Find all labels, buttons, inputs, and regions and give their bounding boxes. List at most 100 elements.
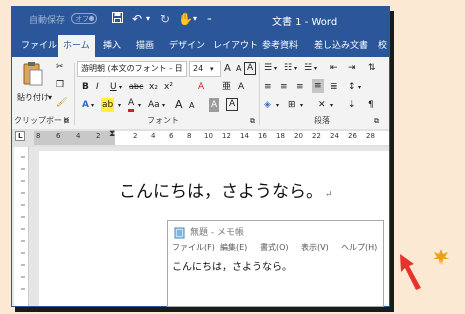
notepad-menu-help[interactable]: ヘルプ(H) <box>341 242 377 253</box>
document-text[interactable]: こんにちは，さようなら。 ↵ <box>119 177 333 202</box>
ruler-tick: 10 <box>204 132 213 140</box>
underline-button[interactable]: U <box>110 80 117 94</box>
shrink-font-icon[interactable]: A <box>236 62 241 76</box>
change-case-button[interactable]: Aa <box>148 98 160 112</box>
notepad-title: 無題 - メモ帳 <box>190 228 244 238</box>
paste-label[interactable]: 貼り付け <box>17 91 49 105</box>
char-border-top-button[interactable]: A <box>244 62 257 75</box>
tab-selector[interactable]: L <box>15 131 26 141</box>
italic-button[interactable]: I <box>96 80 99 94</box>
sort-icon[interactable]: ⇅ <box>368 61 376 75</box>
clipboard-launcher-icon[interactable]: ⧉ <box>64 114 69 128</box>
paragraph-launcher-icon[interactable]: ⧉ <box>374 114 379 128</box>
highlight-dropdown-icon[interactable]: ▾ <box>118 99 121 113</box>
bold-button[interactable]: B <box>82 80 89 94</box>
ruby-button[interactable]: 亜 <box>222 80 231 94</box>
font-color-dropdown-icon[interactable]: ▾ <box>138 99 141 113</box>
tab-draw[interactable]: 描画 <box>136 38 154 51</box>
align-left-icon[interactable]: ≡ <box>264 80 272 94</box>
ruler-tick: 14 <box>240 132 249 140</box>
numbering-dropdown-icon[interactable]: ▾ <box>294 62 297 76</box>
notepad-menu-format[interactable]: 書式(O) <box>260 242 289 253</box>
char-border-button[interactable]: A <box>226 98 239 111</box>
show-marks-icon[interactable]: ¶ <box>368 98 374 112</box>
strikethrough-button[interactable]: abc <box>129 80 143 94</box>
notepad-menu-edit[interactable]: 編集(E) <box>220 242 247 253</box>
indent-marker-icon[interactable]: ⧗ <box>109 129 115 139</box>
decrease-indent-icon[interactable]: ⇤ <box>330 61 338 75</box>
document-text-content[interactable]: こんにちは，さようなら。 <box>119 182 323 202</box>
borders-dropdown-icon[interactable]: ▾ <box>300 99 303 113</box>
text-effect-button[interactable]: A <box>82 98 89 112</box>
font-size-dropdown-icon[interactable]: ▾ <box>210 62 214 76</box>
ruler-tick: 12 <box>222 132 231 140</box>
notepad-text[interactable]: こんにちは，さようなら。 <box>172 258 292 273</box>
font-color-button[interactable]: A <box>128 98 135 112</box>
touch-mode-dropdown-icon[interactable]: ▾ <box>193 10 197 28</box>
text-effect-dropdown-icon[interactable]: ▾ <box>91 99 94 113</box>
enclose-char-button[interactable]: A <box>238 80 244 94</box>
ruler-tick: 2 <box>133 132 138 140</box>
borders-icon[interactable]: ⊞ <box>288 98 296 112</box>
line-spacing-icon[interactable]: ↕ <box>348 80 356 94</box>
font-launcher-icon[interactable]: ⧉ <box>250 114 255 128</box>
tab-insert[interactable]: 挿入 <box>103 38 121 51</box>
asian-layout-dropdown-icon[interactable]: ▾ <box>330 99 333 113</box>
touch-mode-icon[interactable]: ✋ <box>178 10 193 28</box>
notepad-menu-view[interactable]: 表示(V) <box>301 242 329 253</box>
save-icon[interactable] <box>112 10 123 28</box>
align-center-icon[interactable]: ≡ <box>280 80 288 94</box>
font-name-box[interactable]: 游明朝 (本文のフォント - 日 <box>77 61 187 77</box>
shading-icon[interactable]: ◈ <box>264 98 271 112</box>
tab-references[interactable]: 参考資料 <box>262 38 298 51</box>
distribute-icon[interactable]: ≣ <box>330 80 338 94</box>
tab-home[interactable]: ホーム <box>58 35 95 57</box>
clear-format-button[interactable]: A <box>198 80 204 94</box>
group-separator <box>74 63 75 125</box>
numbering-icon[interactable]: ☷ <box>284 61 292 75</box>
grow-font-2-button[interactable]: A <box>175 98 183 112</box>
multilevel-dropdown-icon[interactable]: ▾ <box>314 62 317 76</box>
line-spacing-dropdown-icon[interactable]: ▾ <box>358 81 361 95</box>
shrink-font-2-button[interactable]: A <box>189 99 194 113</box>
customize-qat-icon[interactable]: ₌ <box>207 10 212 28</box>
tab-mailings[interactable]: 差し込み文書 <box>314 38 368 51</box>
ruler-tick: 6 <box>56 132 61 140</box>
redo-icon[interactable]: ↻ <box>160 10 170 28</box>
horizontal-ruler[interactable]: L 8 6 4 2 ⧗ 2 4 6 8 10 12 14 16 18 20 22… <box>12 129 389 147</box>
tab-layout[interactable]: レイアウト <box>213 38 258 51</box>
underline-dropdown-icon[interactable]: ▾ <box>119 81 122 95</box>
copy-icon[interactable]: ❐ <box>56 78 64 92</box>
subscript-button[interactable]: x₂ <box>149 80 158 94</box>
justify-icon[interactable]: ≡ <box>312 79 324 93</box>
autosave-toggle[interactable]: オフ <box>71 13 97 24</box>
sort-2-icon[interactable]: ⇣ <box>348 98 356 112</box>
ruler-tick: 6 <box>169 132 174 140</box>
multilevel-list-icon[interactable]: ☱ <box>304 61 312 75</box>
undo-icon[interactable]: ↶ <box>132 10 142 28</box>
tab-review[interactable]: 校 <box>378 38 387 51</box>
paste-dropdown-icon[interactable]: ▾ <box>48 91 52 105</box>
asian-layout-icon[interactable]: ✕ <box>318 98 326 112</box>
tab-file[interactable]: ファイル <box>21 38 57 51</box>
increase-indent-icon[interactable]: ⇥ <box>348 61 356 75</box>
format-painter-icon[interactable]: 🖌 <box>56 96 67 110</box>
paste-icon[interactable] <box>22 61 44 92</box>
cut-icon[interactable]: ✂ <box>56 60 64 74</box>
tab-design[interactable]: デザイン <box>169 38 205 51</box>
undo-dropdown-icon[interactable]: ▾ <box>146 10 150 28</box>
char-shading-button[interactable]: A <box>209 98 220 112</box>
notepad-menu-file[interactable]: ファイル(F) <box>172 242 215 253</box>
bullets-icon[interactable]: ☰ <box>264 61 272 75</box>
shading-dropdown-icon[interactable]: ▾ <box>276 99 279 113</box>
bullets-dropdown-icon[interactable]: ▾ <box>274 62 277 76</box>
highlight-button[interactable]: ab <box>101 98 115 112</box>
change-case-dropdown-icon[interactable]: ▾ <box>162 99 165 113</box>
align-right-icon[interactable]: ≡ <box>296 80 304 94</box>
notepad-window[interactable]: 無題 - メモ帳 ファイル(F) 編集(E) 書式(O) 表示(V) ヘルプ(H… <box>167 220 384 307</box>
font-size-box[interactable]: 24 <box>189 61 221 77</box>
grow-font-icon[interactable]: A <box>224 62 231 76</box>
vertical-ruler[interactable] <box>14 147 29 306</box>
superscript-button[interactable]: x² <box>164 80 173 94</box>
ruler-tick: 28 <box>366 132 375 140</box>
